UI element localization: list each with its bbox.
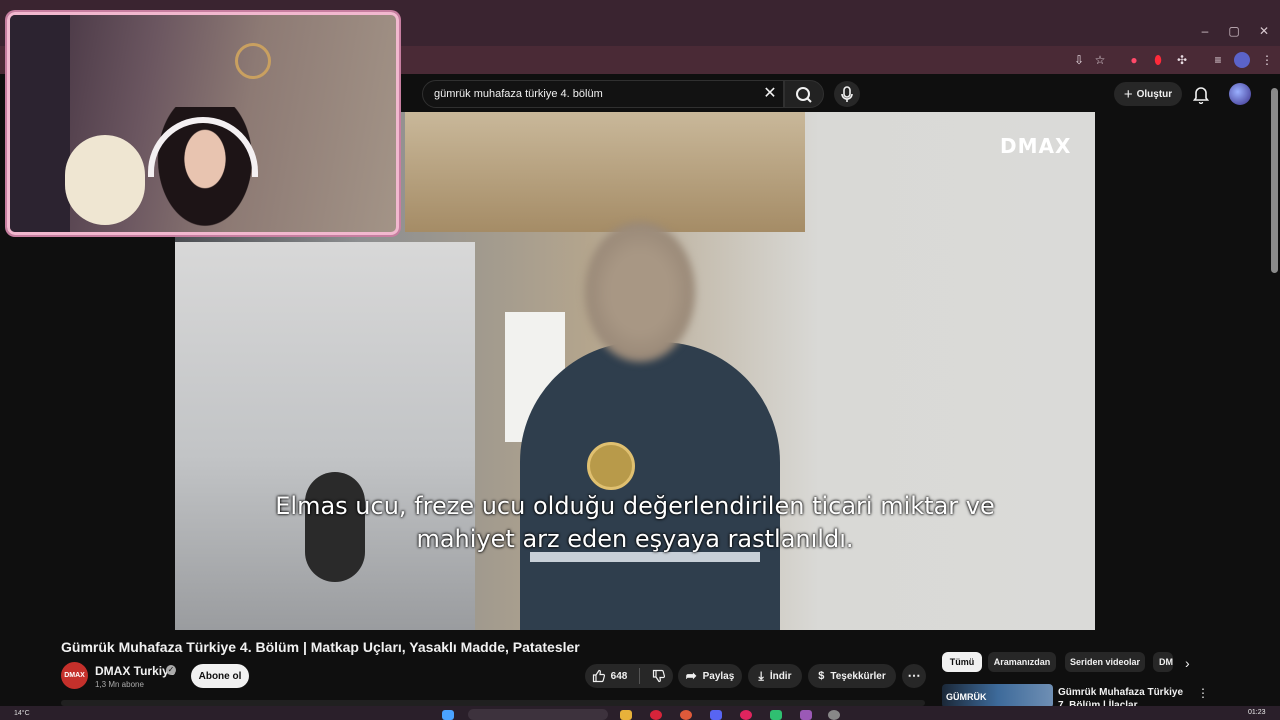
subscriber-count: 1,3 Mn abone: [95, 680, 144, 689]
create-button[interactable]: + Oluştur: [1114, 82, 1182, 106]
like-separator: [639, 668, 641, 684]
channel-avatar[interactable]: DMAX: [61, 662, 88, 689]
webcam-overlay: [7, 12, 399, 235]
account-avatar[interactable]: [1229, 83, 1251, 105]
close-window-icon[interactable]: ✕: [1257, 24, 1271, 38]
video-title: Gümrük Muhafaza Türkiye 4. Bölüm | Matka…: [61, 639, 580, 655]
install-icon[interactable]: ⇩: [1071, 52, 1087, 68]
dislike-button[interactable]: [652, 669, 666, 683]
menu-icon[interactable]: ⋮: [1259, 52, 1275, 68]
opera-icon[interactable]: [650, 710, 662, 720]
thumbs-down-icon: [653, 669, 666, 683]
microphone-icon: [841, 86, 853, 102]
chip-from-search[interactable]: Aramanızdan: [988, 652, 1056, 672]
video-scene-badge: [587, 442, 635, 490]
thanks-button[interactable]: $ Teşekkürler: [808, 664, 896, 688]
obs-icon[interactable]: [828, 710, 840, 720]
download-icon: ⤓: [758, 668, 764, 683]
download-button[interactable]: ⤓ İndir: [748, 664, 802, 688]
star-icon[interactable]: ☆: [1092, 52, 1108, 68]
app-purple-icon[interactable]: [800, 710, 812, 720]
recommendation-more-icon[interactable]: ⋮: [1197, 686, 1209, 700]
recommendation-thumb-text: GÜMRÜK: [946, 692, 987, 702]
extension-record-icon[interactable]: ⬮: [1150, 52, 1166, 68]
video-subtitles: Elmas ucu, freze ucu olduğu değerlendiri…: [175, 490, 1095, 556]
search-input[interactable]: [434, 86, 744, 102]
webcam-wall: [10, 15, 70, 232]
app-green-icon[interactable]: [770, 710, 782, 720]
chip-all[interactable]: Tümü: [942, 652, 982, 672]
share-label: Paylaş: [702, 670, 735, 682]
recommendation-thumbnail[interactable]: GÜMRÜK: [942, 684, 1053, 708]
notifications-button[interactable]: [1192, 84, 1210, 105]
thumbs-up-icon: [592, 669, 605, 683]
voice-search-button[interactable]: [834, 81, 860, 107]
puzzle-icon[interactable]: ✣: [1174, 52, 1190, 68]
weather-widget[interactable]: 14°C: [14, 710, 30, 717]
chevron-right-icon[interactable]: ›: [1185, 655, 1190, 671]
like-button[interactable]: 648: [592, 669, 628, 683]
extension-red-icon[interactable]: ●: [1126, 52, 1142, 68]
share-icon: ➦: [685, 668, 697, 683]
chip-dmax[interactable]: DMAX: [1153, 652, 1173, 672]
maximize-icon[interactable]: ▢: [1227, 24, 1241, 38]
subscribe-button[interactable]: Abone ol: [191, 664, 249, 688]
video-scene-officer: [520, 342, 780, 630]
taskbar-clock: 01:23: [1248, 709, 1266, 716]
bell-icon: [1192, 87, 1210, 105]
like-dislike-group: 648: [585, 664, 673, 688]
more-icon: ⋯: [907, 668, 921, 683]
share-button[interactable]: ➦ Paylaş: [678, 664, 742, 688]
video-scene-ceiling: [405, 112, 805, 232]
subtitle-line-1: Elmas ucu, freze ucu olduğu değerlendiri…: [275, 492, 995, 520]
taskbar-search[interactable]: [468, 709, 608, 720]
search-button[interactable]: [784, 80, 824, 108]
webcam-dreamcatcher: [235, 43, 271, 79]
start-icon[interactable]: [442, 710, 454, 720]
chrome-icon[interactable]: [680, 710, 692, 720]
more-actions-button[interactable]: ⋯: [902, 664, 926, 688]
search-icon: [796, 87, 812, 103]
download-label: İndir: [769, 670, 792, 682]
subtitle-line-2: mahiyet arz eden eşyaya rastlanıldı.: [416, 525, 854, 553]
channel-name[interactable]: DMAX Turkiye: [95, 664, 175, 678]
like-count: 648: [610, 670, 628, 682]
os-taskbar: [0, 706, 1280, 720]
file-explorer-icon[interactable]: [620, 710, 632, 720]
profile-icon[interactable]: [1234, 52, 1250, 68]
create-label: Oluştur: [1136, 88, 1173, 100]
chip-series-videos[interactable]: Seriden videolar: [1065, 652, 1145, 672]
minimize-icon[interactable]: –: [1198, 24, 1212, 38]
channel-watermark: DMAX: [1000, 134, 1072, 158]
app-icon[interactable]: [740, 710, 752, 720]
page-scrollbar[interactable]: [1271, 88, 1278, 273]
video-scene-blurred-face: [585, 222, 695, 362]
verified-icon: ✓: [166, 665, 176, 675]
discord-icon[interactable]: [710, 710, 722, 720]
webcam-plush-bear: [65, 135, 145, 225]
playlist-icon[interactable]: ≡: [1210, 52, 1226, 68]
thanks-icon: $: [818, 670, 825, 682]
clear-search-icon[interactable]: ✕: [762, 84, 778, 104]
thanks-label: Teşekkürler: [830, 670, 886, 682]
plus-icon: +: [1123, 85, 1133, 103]
